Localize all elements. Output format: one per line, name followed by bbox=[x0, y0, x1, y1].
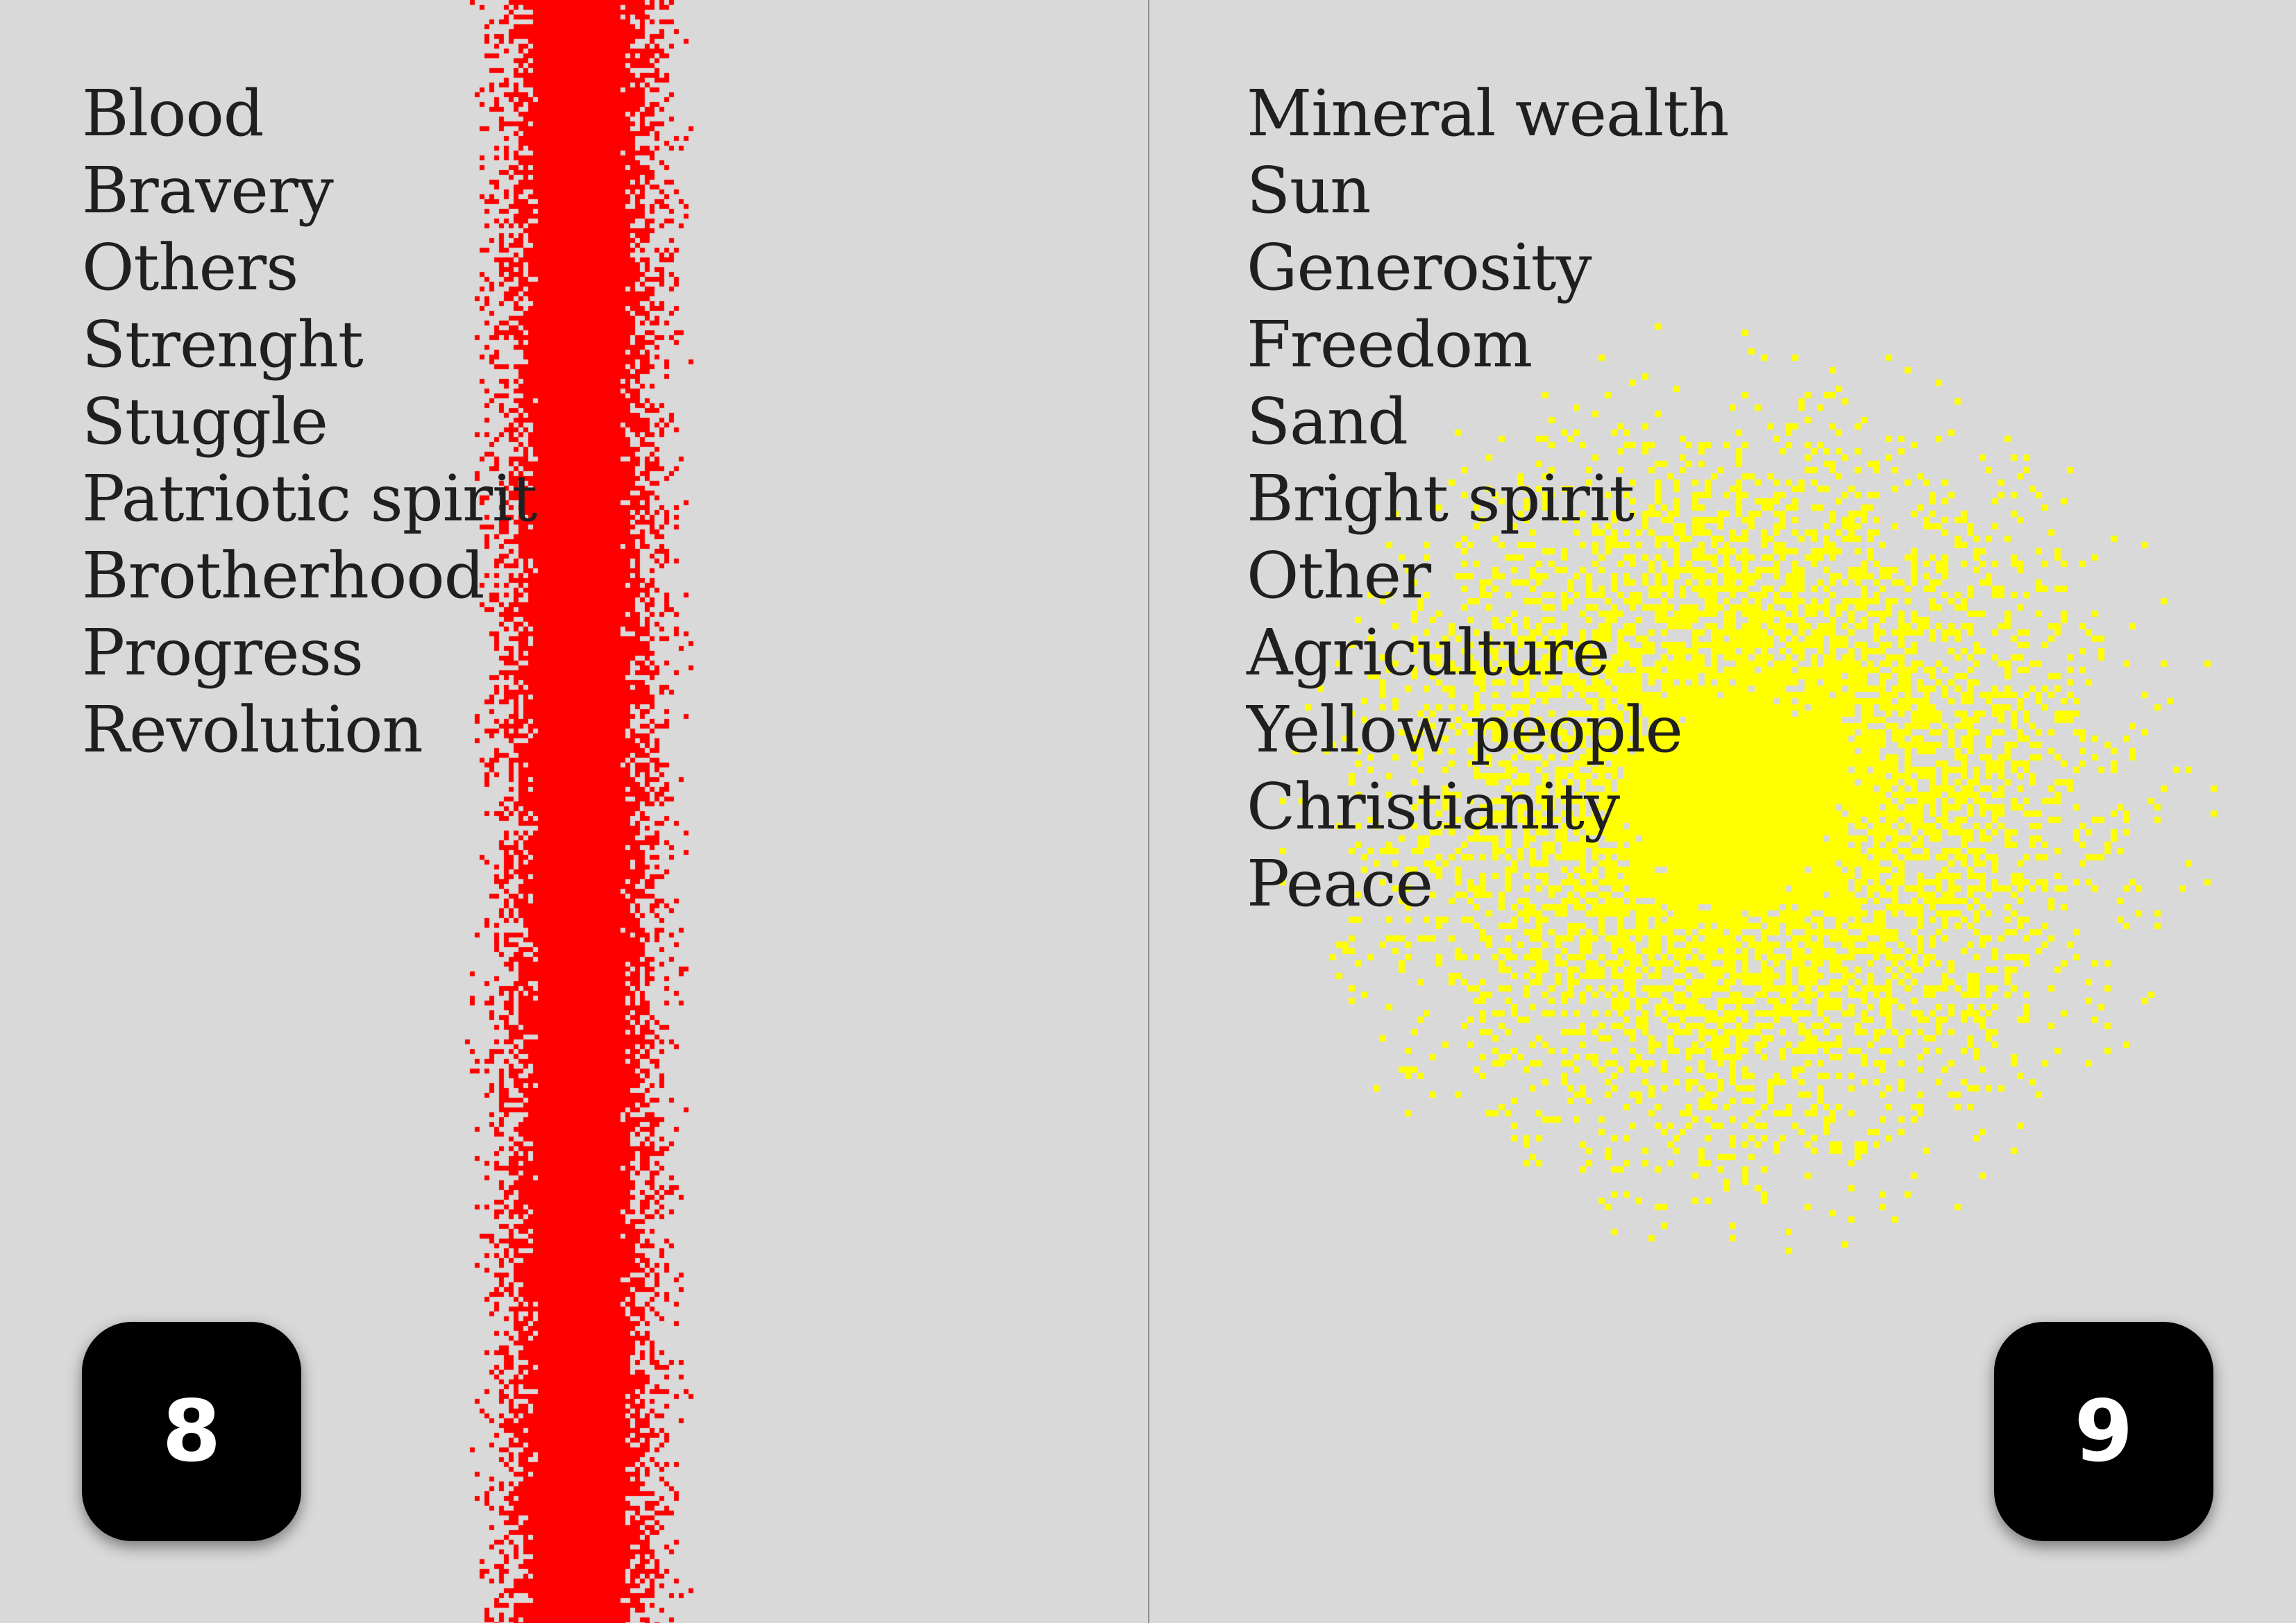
word-item: Bright spirit bbox=[1247, 461, 1635, 536]
word-item: Blood bbox=[82, 76, 264, 151]
word-item: Sun bbox=[1247, 153, 1371, 228]
word-item: Peace bbox=[1247, 847, 1433, 921]
page-number-badge-left: 8 bbox=[82, 1322, 301, 1541]
left-word-list: Blood Bravery Others Strenght Stuggle Pa… bbox=[82, 75, 537, 768]
word-item: Agriculture bbox=[1247, 615, 1610, 690]
word-item: Other bbox=[1247, 538, 1431, 613]
word-item: Sand bbox=[1247, 384, 1408, 459]
page-number-badge-right: 9 bbox=[1994, 1322, 2213, 1541]
word-item: Revolution bbox=[82, 692, 423, 767]
word-item: Strenght bbox=[82, 307, 364, 382]
word-item: Christianity bbox=[1247, 770, 1620, 844]
word-item: Stuggle bbox=[82, 384, 328, 459]
right-word-list: Mineral wealth Sun Generosity Freedom Sa… bbox=[1247, 75, 1730, 922]
word-item: Progress bbox=[82, 615, 364, 690]
word-item: Patriotic spirit bbox=[82, 461, 537, 536]
left-page: Blood Bravery Others Strenght Stuggle Pa… bbox=[0, 0, 1148, 1623]
word-item: Brotherhood bbox=[82, 538, 485, 613]
word-item: Generosity bbox=[1247, 230, 1592, 305]
word-item: Yellow people bbox=[1247, 692, 1683, 767]
word-item: Bravery bbox=[82, 153, 334, 228]
word-item: Others bbox=[82, 230, 298, 305]
word-item: Mineral wealth bbox=[1247, 76, 1730, 151]
right-page: Mineral wealth Sun Generosity Freedom Sa… bbox=[1149, 0, 2296, 1623]
word-item: Freedom bbox=[1247, 307, 1533, 382]
